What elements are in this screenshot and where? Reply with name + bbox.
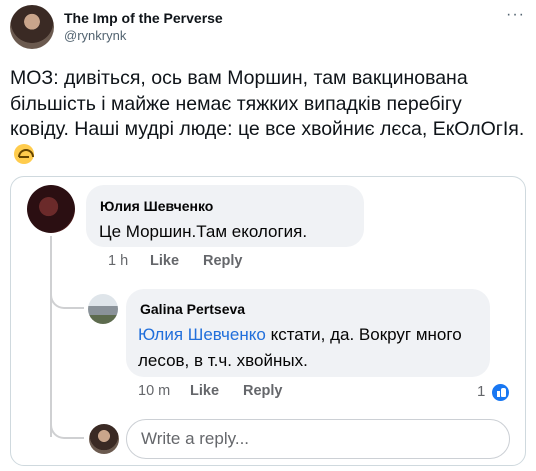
like-reaction-icon <box>491 383 510 402</box>
reply-like-link: Like <box>190 383 220 399</box>
reply-reply-link: Reply <box>243 383 283 399</box>
reply-input <box>141 428 481 450</box>
reply-text-container: Юлия Шевченко кстати, да. Вокруг много л… <box>138 322 483 374</box>
tweet-avatar[interactable] <box>10 5 54 49</box>
reply-link: Reply <box>203 253 243 269</box>
more-options-icon[interactable]: ··· <box>506 6 525 24</box>
comment-bubble: Юлия Шевченко Це Моршин.Там екология. <box>86 185 364 247</box>
thread-connector-reply <box>50 277 84 309</box>
compose-avatar <box>89 424 119 454</box>
reply-bubble: Galina Pertseva Юлия Шевченко кстати, да… <box>126 289 490 377</box>
reply-author-avatar <box>88 294 118 324</box>
reply-box <box>126 419 510 459</box>
tweet-text-body: МОЗ: дивіться, ось вам Моршин, там вакци… <box>10 67 525 140</box>
comment-meta: 1 h Like Reply <box>86 253 286 273</box>
tweet-author-handle[interactable]: @rynkrynk <box>64 28 126 43</box>
reply-author: Galina Pertseva <box>140 301 246 317</box>
reply-mention: Юлия Шевченко <box>138 325 266 344</box>
comment-author: Юлия Шевченко <box>100 198 214 214</box>
embedded-screenshot[interactable]: Юлия Шевченко Це Моршин.Там екология. 1 … <box>10 176 526 466</box>
tweet-author-name[interactable]: The Imp of the Perverse <box>64 10 223 26</box>
reaction-count: 1 <box>477 383 486 400</box>
comment-time: 1 h <box>108 253 129 269</box>
comment-text: Це Моршин.Там екология. <box>99 222 308 241</box>
thread-connector-compose <box>50 407 84 439</box>
reply-meta: 10 m Like Reply <box>126 383 326 403</box>
reply-time: 10 m <box>138 383 171 399</box>
upside-down-face-icon <box>14 143 34 164</box>
tweet-text: МОЗ: дивіться, ось вам Моршин, там вакци… <box>10 66 525 168</box>
like-link: Like <box>150 253 180 269</box>
commenter-avatar <box>27 185 75 233</box>
